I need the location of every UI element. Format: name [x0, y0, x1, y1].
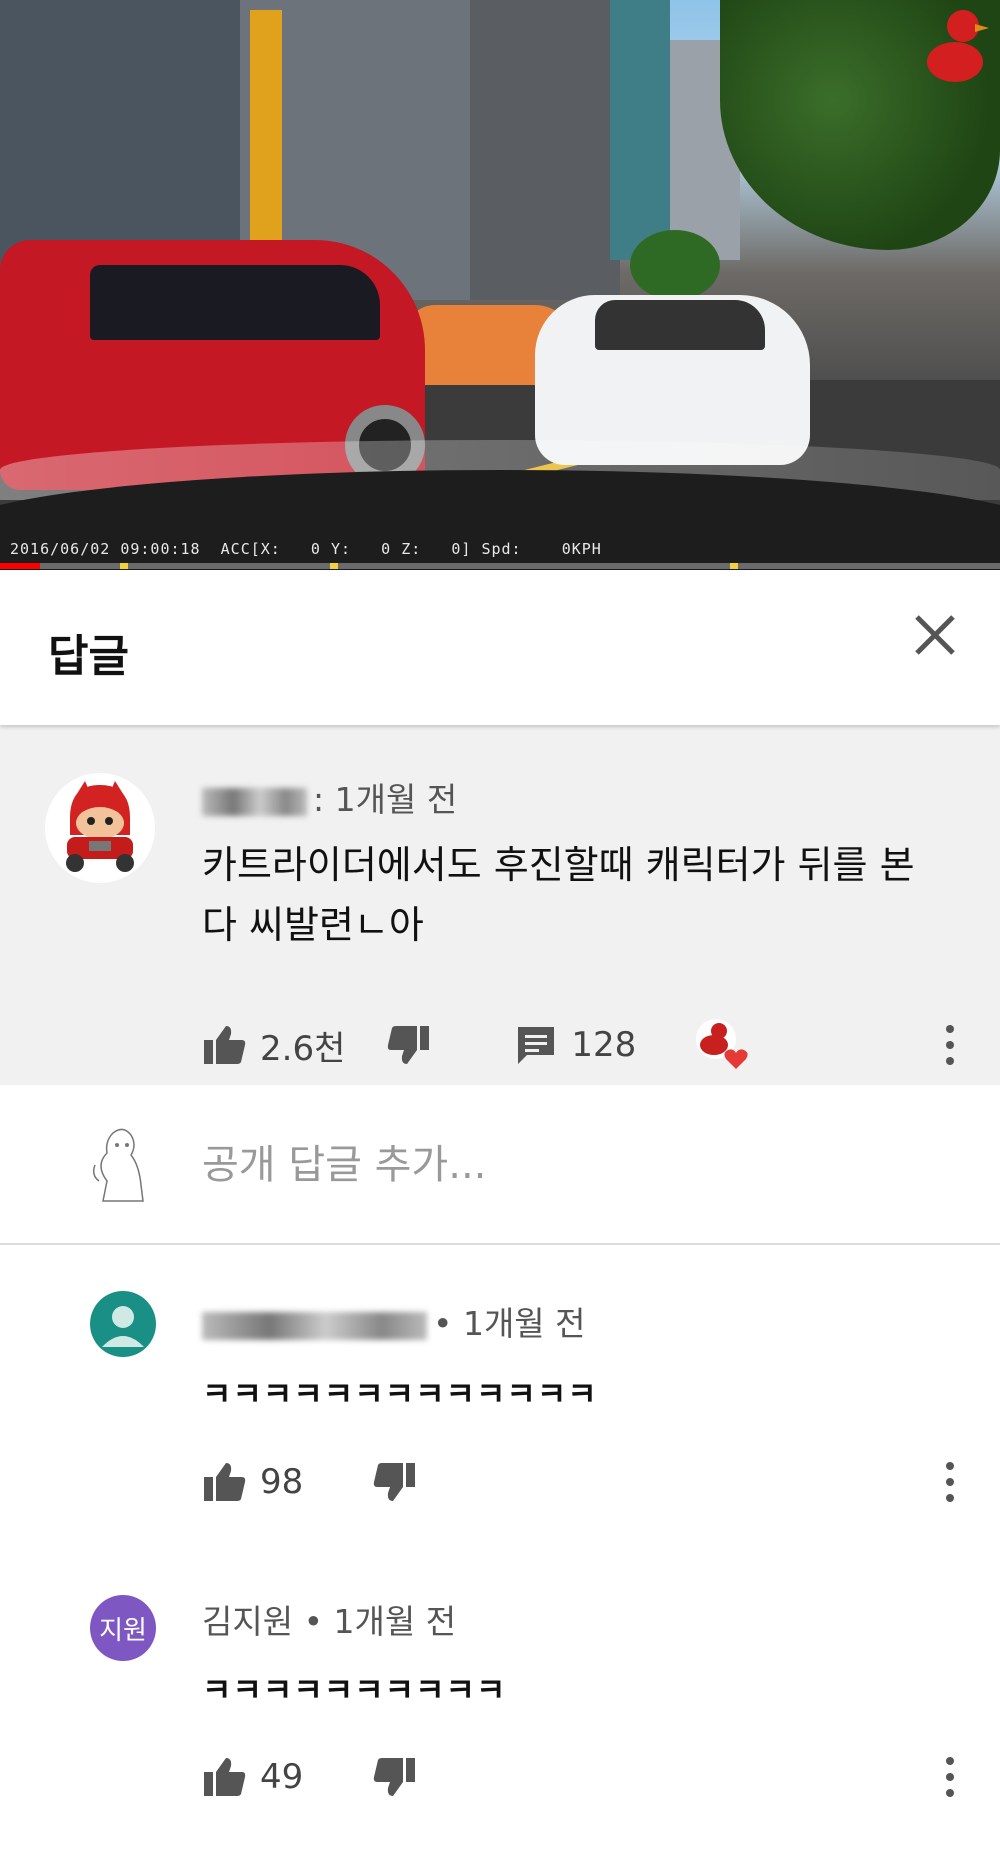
avatar[interactable]: 지원	[90, 1595, 156, 1661]
more-options-icon[interactable]	[935, 1452, 965, 1512]
comment-timestamp: • 1개월 전	[433, 1304, 586, 1343]
like-icon[interactable]	[202, 1459, 248, 1505]
comment-timestamp: : 1개월 전	[313, 780, 458, 819]
comment-text: ㅋㅋㅋㅋㅋㅋㅋㅋㅋㅋㅋㅋㅋ	[202, 1375, 598, 1413]
video-player[interactable]: 2016/06/02 09:00:18 ACC[X: 0 Y: 0 Z: 0] …	[0, 0, 1000, 570]
red-car-window	[90, 265, 380, 340]
tree	[630, 230, 720, 300]
dislike-icon[interactable]	[371, 1754, 417, 1800]
video-progress-bar[interactable]	[0, 563, 1000, 569]
reply-count: 128	[571, 1025, 637, 1065]
like-count: 49	[260, 1757, 304, 1797]
blurred-username	[202, 1311, 427, 1340]
close-icon[interactable]	[905, 605, 965, 665]
cartoon-avatar-icon	[45, 773, 155, 883]
comment-text: ㅋㅋㅋㅋㅋㅋㅋㅋㅋㅋ	[202, 1671, 507, 1709]
video-progress-fill	[0, 563, 40, 569]
ad-marker	[730, 563, 738, 569]
avatar[interactable]	[90, 1291, 156, 1357]
comment-text: 카트라이더에서도 후진할때 캐릭터가 뒤를 본다 씨발련ㄴ아	[202, 843, 915, 947]
ad-marker	[330, 563, 338, 569]
ad-marker	[120, 563, 128, 569]
comment-actions: 2.6천 128	[202, 1015, 748, 1075]
dashcam-overlay-text: 2016/06/02 09:00:18 ACC[X: 0 Y: 0 Z: 0] …	[10, 540, 602, 558]
default-avatar-icon	[90, 1291, 156, 1357]
creator-heart-icon	[696, 1019, 748, 1069]
add-reply-input[interactable]	[202, 1130, 902, 1200]
comment-author[interactable]: 김지원 • 1개월 전	[202, 1595, 456, 1643]
add-reply-row	[0, 1085, 1000, 1245]
signboard	[250, 10, 282, 240]
avatar[interactable]	[45, 773, 155, 883]
dislike-icon[interactable]	[385, 1022, 431, 1068]
like-icon[interactable]	[202, 1022, 248, 1068]
blurred-username	[202, 787, 307, 816]
channel-mascot-icon	[927, 10, 989, 82]
like-icon[interactable]	[202, 1754, 248, 1800]
like-count: 2.6천	[260, 1028, 346, 1069]
comment-author[interactable]: • 1개월 전	[202, 1297, 586, 1345]
dislike-icon[interactable]	[371, 1459, 417, 1505]
reply-item: • 1개월 전 ㅋㅋㅋㅋㅋㅋㅋㅋㅋㅋㅋㅋㅋ 98	[0, 1247, 1000, 1547]
building	[470, 0, 620, 300]
comment-actions: 49	[202, 1747, 417, 1807]
building	[610, 0, 670, 260]
user-avatar-sketch-icon	[92, 1128, 144, 1202]
comment-author[interactable]: : 1개월 전	[202, 773, 457, 821]
page-title: 답글	[48, 631, 129, 682]
parent-comment: : 1개월 전 카트라이더에서도 후진할때 캐릭터가 뒤를 본다 씨발련ㄴ아 2…	[0, 725, 1000, 1085]
comment-actions: 98	[202, 1452, 417, 1512]
reply-icon[interactable]	[513, 1022, 559, 1068]
replies-header: 답글	[0, 570, 1000, 725]
more-options-icon[interactable]	[935, 1015, 965, 1075]
reply-item: 지원 김지원 • 1개월 전 ㅋㅋㅋㅋㅋㅋㅋㅋㅋㅋ 49	[0, 1547, 1000, 1847]
avatar-initials: 지원	[90, 1595, 156, 1661]
like-count: 98	[260, 1462, 304, 1502]
white-car-window	[595, 300, 765, 350]
more-options-icon[interactable]	[935, 1747, 965, 1807]
